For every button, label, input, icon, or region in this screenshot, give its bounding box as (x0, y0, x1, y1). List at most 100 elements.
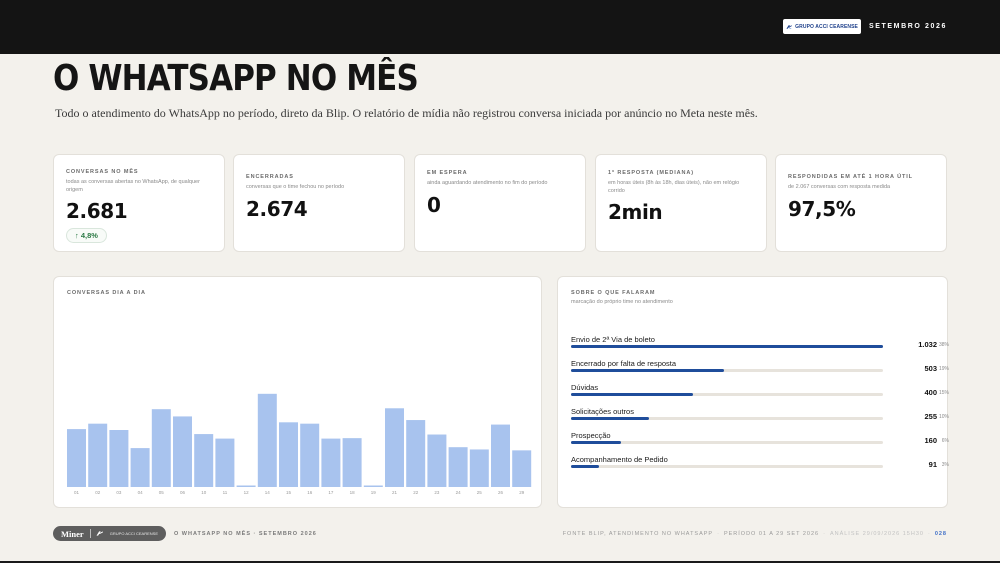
daily-bar (215, 438, 235, 487)
logo-mark-icon (786, 24, 792, 29)
daily-bar (257, 393, 277, 487)
kpi-value: 0 (427, 192, 441, 217)
daily-bar (406, 420, 426, 487)
topic-count: 255 (924, 412, 937, 421)
x-tick-label: 14 (265, 490, 271, 495)
x-tick-label: 29 (519, 490, 525, 495)
topic-bar-track (571, 369, 883, 372)
kpi-label: CONVERSAS NO MÊS (66, 169, 139, 175)
topic-bar-track (571, 345, 883, 348)
daily-chart-panel: CONVERSAS DIA A DIA 01 02 03 04 05 06 10 11 12 14… (53, 276, 542, 508)
kpi-label: RESPONDIDAS EM ATÉ 1 HORA ÚTIL (788, 174, 913, 180)
x-tick-label: 10 (201, 490, 207, 495)
footer-source: FONTE BLIP, ATENDIMENTO NO WHATSAPP (562, 531, 714, 537)
daily-bar (512, 450, 532, 487)
x-tick-label: 19 (371, 490, 377, 495)
topic-bar-fill (571, 345, 883, 348)
footer-period: PERÍODO 01 A 29 SET 2026 (723, 531, 820, 537)
topic-row: Acompanhamento de Pedido 91 3% (571, 455, 949, 475)
trend-badge: ↑ 4,8% (66, 228, 107, 243)
kpi-value: 2.674 (246, 196, 308, 221)
daily-bar (448, 447, 468, 487)
kpi-card-first-response: 1ª RESPOSTA (MEDIANA) em horas úteis (8h… (595, 154, 767, 252)
topic-bar-track (571, 417, 883, 420)
topic-count: 91 (928, 460, 937, 469)
topic-bar-track (571, 465, 883, 468)
partner-name: GRUPO ACCI CEARENSE (109, 531, 158, 536)
x-tick-label: 25 (477, 490, 483, 495)
top-bar: GRUPO ACCI CEARENSE SETEMBRO 2026 (0, 0, 1000, 54)
company-logo: GRUPO ACCI CEARENSE (783, 19, 861, 34)
x-tick-label: 06 (180, 490, 186, 495)
kpi-card-closed: ENCERRADAS conversas que o time fechou n… (233, 154, 405, 252)
daily-bar (427, 434, 447, 487)
page-title: O WHATSAPP NO MÊS (53, 58, 419, 99)
partner-logo-icon (96, 531, 104, 536)
x-tick-label: 26 (498, 490, 504, 495)
footer-meta: FONTE BLIP, ATENDIMENTO NO WHATSAPP · PERÍ… (562, 531, 947, 537)
daily-bar (279, 422, 298, 487)
kpi-card-conversations: CONVERSAS NO MÊS todas as conversas aber… (53, 154, 225, 252)
daily-bar (173, 416, 192, 487)
topic-count: 503 (924, 364, 937, 373)
x-tick-label: 15 (286, 490, 292, 495)
x-tick-label: 12 (244, 490, 250, 495)
daily-bar (88, 423, 108, 487)
header-brand: GRUPO ACCI CEARENSE SETEMBRO 2026 (783, 19, 947, 34)
x-tick-label: 18 (350, 490, 356, 495)
kpi-desc: ainda aguardando atendimento no fim do p… (427, 180, 548, 186)
topic-label: Prospecção (571, 431, 611, 440)
topic-count: 1.032 (918, 340, 937, 349)
daily-bar (67, 429, 86, 487)
topic-bar-fill (571, 417, 649, 420)
x-tick-label: 03 (116, 490, 122, 495)
daily-bar (130, 448, 150, 487)
topic-bar-fill (571, 369, 724, 372)
x-tick-label: 04 (138, 490, 144, 495)
topics-panel: SOBRE O QUE FALARAM marcação do próprio … (557, 276, 949, 508)
topic-label: Acompanhamento de Pedido (571, 455, 668, 464)
topic-percent: 15% (938, 389, 949, 396)
topic-bar-fill (571, 393, 693, 396)
daily-bar (236, 485, 256, 487)
divider (89, 529, 91, 538)
kpi-desc: em horas úteis (8h às 18h, dias úteis), … (608, 180, 740, 194)
topics-desc: marcação do próprio time no atendimento (571, 299, 673, 305)
header-month: SETEMBRO 2026 (869, 23, 947, 30)
kpi-desc: conversas que o time fechou no período (246, 184, 345, 190)
topic-label: Solicitações outros (571, 407, 634, 416)
logo-text: GRUPO ACCI CEARENSE (795, 23, 858, 30)
page-subtitle: Todo o atendimento do WhatsApp no períod… (55, 106, 758, 120)
topic-row: Dúvidas 400 15% (571, 383, 949, 403)
x-tick-label: 23 (434, 490, 440, 495)
daily-bar-chart: 01 02 03 04 05 06 10 11 12 14 15 16 17 18 19 21 22 23 24 25… (67, 393, 532, 495)
footer-title: O WHATSAPP NO MÊS · SETEMBRO 2026 (174, 531, 317, 537)
topic-bar-fill (571, 441, 621, 444)
miner-logo: Miner (61, 528, 84, 539)
x-tick-label: 21 (392, 490, 398, 495)
x-tick-label: 11 (223, 490, 228, 495)
x-tick-label: 22 (413, 490, 419, 495)
daily-bar (363, 485, 383, 487)
topic-count: 160 (924, 436, 937, 445)
topic-percent: 19% (938, 365, 949, 372)
topic-bar-track (571, 393, 883, 396)
daily-bar (300, 423, 320, 487)
daily-bar (469, 449, 489, 487)
daily-bar (342, 438, 362, 487)
daily-bar (385, 408, 404, 487)
topic-label: Envio de 2ª Via de boleto (571, 335, 655, 344)
x-tick-label: 02 (95, 490, 101, 495)
daily-bar (109, 430, 129, 487)
kpi-card-waiting: EM ESPERA ainda aguardando atendimento n… (414, 154, 586, 252)
kpi-desc: todas as conversas abertas no WhatsApp, … (66, 179, 200, 193)
topic-count: 400 (924, 388, 937, 397)
topic-percent: 38% (938, 341, 949, 348)
topic-row: Solicitações outros 255 10% (571, 407, 949, 427)
topics-title: SOBRE O QUE FALARAM (571, 290, 656, 296)
daily-bar (151, 409, 171, 487)
kpi-card-responded-1h: RESPONDIDAS EM ATÉ 1 HORA ÚTIL de 2.067 … (775, 154, 947, 252)
footer-brand-pill: Miner GRUPO ACCI CEARENSE (53, 526, 166, 541)
kpi-value: 2.681 (66, 199, 128, 223)
x-tick-label: 17 (328, 490, 334, 495)
